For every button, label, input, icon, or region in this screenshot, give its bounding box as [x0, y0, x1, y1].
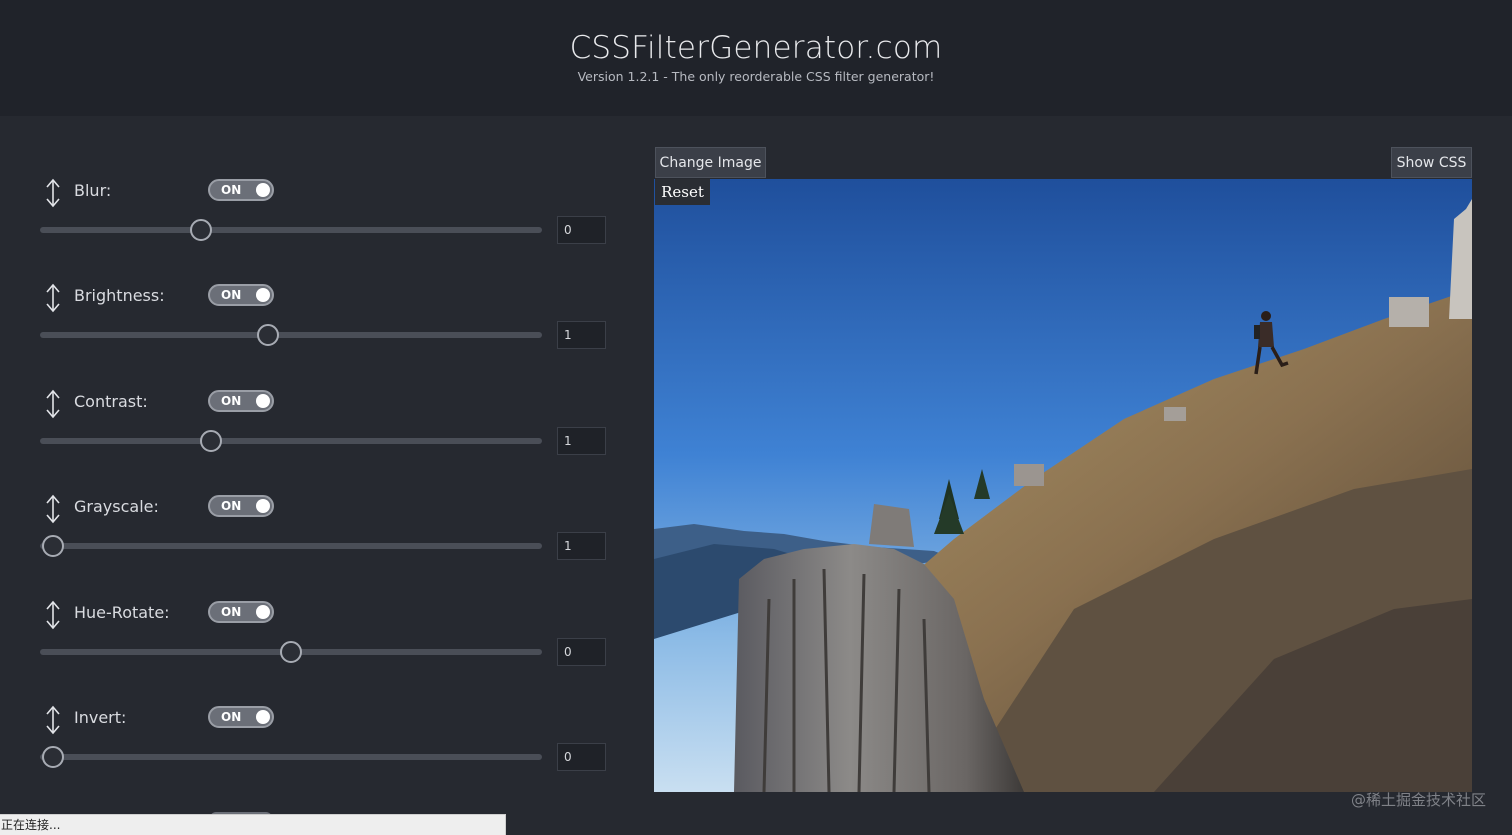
filter-row-4: Grayscale: ON	[0, 484, 640, 589]
filter-slider[interactable]	[40, 746, 542, 768]
slider-thumb[interactable]	[257, 324, 280, 346]
toggle-state-text: ON	[221, 710, 242, 724]
site-title: CSSFilterGenerator.com	[569, 30, 943, 66]
filter-row-5: Hue-Rotate: ON	[0, 590, 640, 695]
slider-thumb[interactable]	[280, 641, 302, 663]
filter-slider[interactable]	[40, 535, 542, 557]
filter-value-input[interactable]	[557, 216, 606, 244]
toggle-state-text: ON	[221, 394, 242, 408]
site-subtitle: Version 1.2.1 - The only reorderable CSS…	[577, 69, 935, 84]
filter-label: Brightness:	[74, 286, 165, 305]
filter-on-toggle[interactable]: ON	[208, 706, 274, 728]
toggle-knob	[256, 394, 270, 408]
filter-row-1: Blur: ON	[0, 168, 640, 273]
filter-value-input[interactable]	[557, 532, 606, 560]
filter-label: Blur:	[74, 181, 112, 200]
reorder-drag-icon[interactable]	[44, 178, 62, 208]
toggle-state-text: ON	[221, 288, 242, 302]
filter-slider[interactable]	[40, 219, 542, 241]
filter-label: Contrast:	[74, 392, 148, 411]
change-image-button[interactable]: Change Image	[655, 147, 766, 178]
reorder-drag-icon[interactable]	[44, 283, 62, 313]
slider-thumb[interactable]	[199, 430, 222, 452]
hiker-landscape-photo	[654, 179, 1472, 792]
reorder-drag-icon[interactable]	[44, 389, 62, 419]
browser-status-bar: 正在连接...	[0, 814, 506, 835]
filter-row-6: Invert: ON	[0, 695, 640, 800]
filter-label: Grayscale:	[74, 497, 159, 516]
filter-value-input[interactable]	[557, 638, 606, 666]
filter-on-toggle[interactable]: ON	[208, 179, 274, 201]
filter-label: Invert:	[74, 708, 127, 727]
reorder-drag-icon[interactable]	[44, 600, 62, 630]
filter-slider[interactable]	[40, 641, 542, 663]
toggle-state-text: ON	[221, 605, 242, 619]
filter-on-toggle[interactable]: ON	[208, 390, 274, 412]
filter-controls-panel: Blur: ON Brightness: ON	[0, 116, 640, 835]
toggle-state-text: ON	[221, 499, 242, 513]
filter-label: Hue-Rotate:	[74, 603, 170, 622]
filter-slider[interactable]	[40, 430, 542, 452]
preview-image	[654, 179, 1472, 792]
toggle-knob	[256, 605, 270, 619]
filter-value-input[interactable]	[557, 321, 606, 349]
slider-thumb[interactable]	[41, 746, 64, 768]
reset-button[interactable]: Reset	[655, 179, 710, 205]
filter-on-toggle[interactable]: ON	[208, 601, 274, 623]
filter-value-input[interactable]	[557, 427, 606, 455]
reorder-drag-icon[interactable]	[44, 494, 62, 524]
slider-thumb[interactable]	[41, 535, 64, 557]
reorder-drag-icon[interactable]	[44, 705, 62, 735]
filter-value-input[interactable]	[557, 743, 606, 771]
filter-on-toggle[interactable]: ON	[208, 284, 274, 306]
toggle-knob	[256, 710, 270, 724]
site-header: CSSFilterGenerator.com Version 1.2.1 - T…	[0, 0, 1512, 116]
slider-thumb[interactable]	[189, 219, 212, 241]
toggle-knob	[256, 499, 270, 513]
toggle-knob	[256, 288, 270, 302]
show-css-button[interactable]: Show CSS	[1391, 147, 1472, 178]
filter-row-2: Brightness: ON	[0, 273, 640, 378]
filter-row-3: Contrast: ON	[0, 379, 640, 484]
toggle-knob	[256, 183, 270, 197]
toggle-state-text: ON	[221, 183, 242, 197]
watermark: @稀土掘金技术社区	[1350, 791, 1486, 809]
filter-on-toggle[interactable]: ON	[208, 495, 274, 517]
filter-slider[interactable]	[40, 324, 542, 346]
